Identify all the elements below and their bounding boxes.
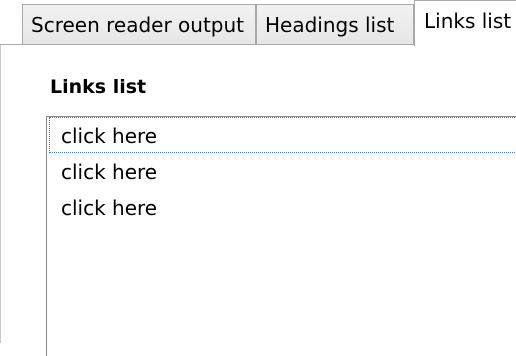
tab-screen-reader-output[interactable]: Screen reader output	[22, 4, 256, 45]
list-item-link[interactable]: click here	[49, 189, 516, 225]
links-listbox[interactable]: click here click here click here	[46, 116, 516, 356]
panel-border	[0, 45, 1, 343]
list-item-link[interactable]: click here	[49, 117, 516, 153]
list-item-link[interactable]: click here	[49, 153, 516, 189]
tab-headings-list[interactable]: Headings list	[256, 4, 414, 45]
section-label: Links list	[50, 76, 147, 98]
tab-bar: Screen reader output Headings list Links…	[0, 0, 516, 46]
tab-links-list[interactable]: Links list	[414, 0, 516, 46]
